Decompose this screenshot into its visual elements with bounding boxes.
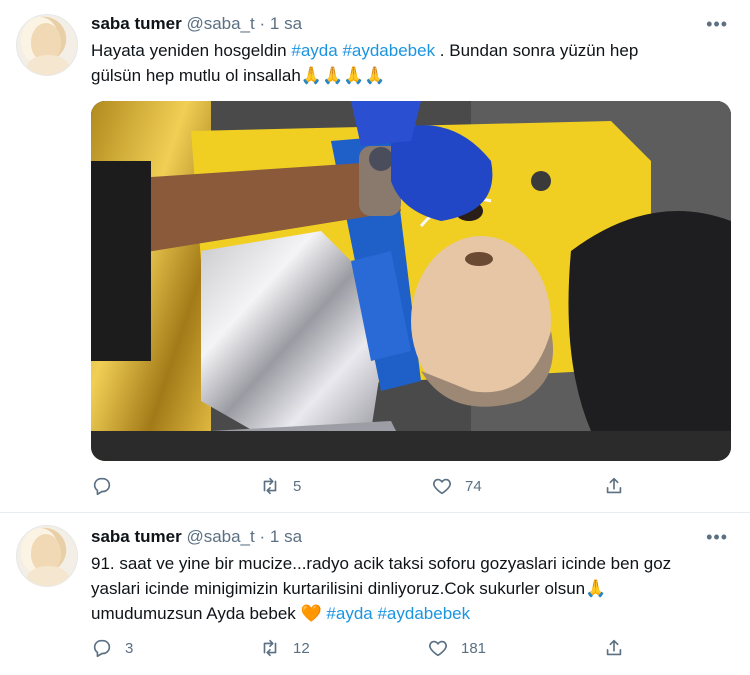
timestamp[interactable]: 1 sa — [270, 14, 302, 33]
author-handle[interactable]: @saba_t — [186, 14, 254, 33]
share-button[interactable] — [603, 475, 625, 497]
tweet[interactable]: saba tumer @saba_t · 1 sa ••• 91. saat v… — [0, 512, 750, 675]
text-segment: umudumuzsun Ayda bebek — [91, 604, 301, 623]
pray-emoji: 🙏 — [585, 579, 607, 598]
hashtag-link[interactable]: #aydabebek — [377, 604, 470, 623]
pray-emoji: 🙏🙏🙏🙏 — [300, 66, 386, 85]
tweet[interactable]: saba tumer @saba_t · 1 sa ••• Hayata yen… — [0, 0, 750, 512]
text-segment: yaslari icinde minigimizin kurtarilisini… — [91, 579, 586, 598]
retweet-button[interactable]: 5 — [259, 475, 301, 497]
text-segment: Hayata yeniden hosgeldin — [91, 41, 292, 60]
text-segment: . Bundan sonra yüzün hep — [435, 41, 639, 60]
text-segment: 91. saat ve yine bir mucize...radyo acik… — [91, 554, 672, 573]
author-name[interactable]: saba tumer — [91, 527, 182, 546]
share-button[interactable] — [603, 637, 625, 659]
retweet-count: 12 — [293, 639, 310, 657]
like-button[interactable]: 74 — [431, 475, 482, 497]
tweet-actions: 3 12 181 — [91, 637, 651, 661]
like-count: 181 — [461, 639, 487, 657]
retweet-icon — [263, 477, 277, 495]
author-name[interactable]: saba tumer — [91, 14, 182, 33]
hashtag-link[interactable]: #aydabebek — [342, 41, 435, 60]
reply-icon — [93, 639, 111, 658]
hashtag-link[interactable]: #ayda — [326, 604, 372, 623]
text-segment: gülsün hep mutlu ol insallah — [91, 66, 301, 85]
reply-button[interactable]: 3 — [91, 637, 133, 659]
hashtag-link[interactable]: #ayda — [291, 41, 337, 60]
tweet-header: saba tumer @saba_t · 1 sa — [91, 14, 302, 34]
author-handle[interactable]: @saba_t — [186, 527, 254, 546]
retweet-button[interactable]: 12 — [259, 637, 310, 659]
tweet-photo[interactable] — [91, 101, 731, 461]
tweet-text: Hayata yeniden hosgeldin #ayda #aydabebe… — [91, 38, 731, 88]
retweet-count: 5 — [293, 477, 302, 495]
tweet-actions: 5 74 — [91, 475, 651, 499]
like-button[interactable]: 181 — [427, 637, 486, 659]
retweet-icon — [263, 639, 277, 657]
rescue-photo-illustration — [91, 101, 731, 461]
more-icon[interactable]: ••• — [706, 527, 728, 548]
separator-dot: · — [259, 527, 266, 546]
like-icon — [429, 640, 447, 657]
reply-button[interactable] — [91, 475, 125, 497]
timestamp[interactable]: 1 sa — [270, 527, 302, 546]
orange-heart-emoji: 🧡 — [300, 604, 322, 623]
separator-dot: · — [259, 14, 266, 33]
tweet-header: saba tumer @saba_t · 1 sa — [91, 527, 302, 547]
avatar[interactable] — [16, 525, 78, 587]
like-count: 74 — [465, 477, 482, 495]
tweet-text: 91. saat ve yine bir mucize...radyo acik… — [91, 551, 731, 626]
more-icon[interactable]: ••• — [706, 14, 728, 35]
avatar[interactable] — [16, 14, 78, 76]
reply-icon — [93, 477, 111, 496]
share-icon — [606, 477, 622, 494]
share-icon — [606, 639, 622, 656]
reply-count: 3 — [125, 639, 134, 657]
like-icon — [433, 478, 451, 495]
